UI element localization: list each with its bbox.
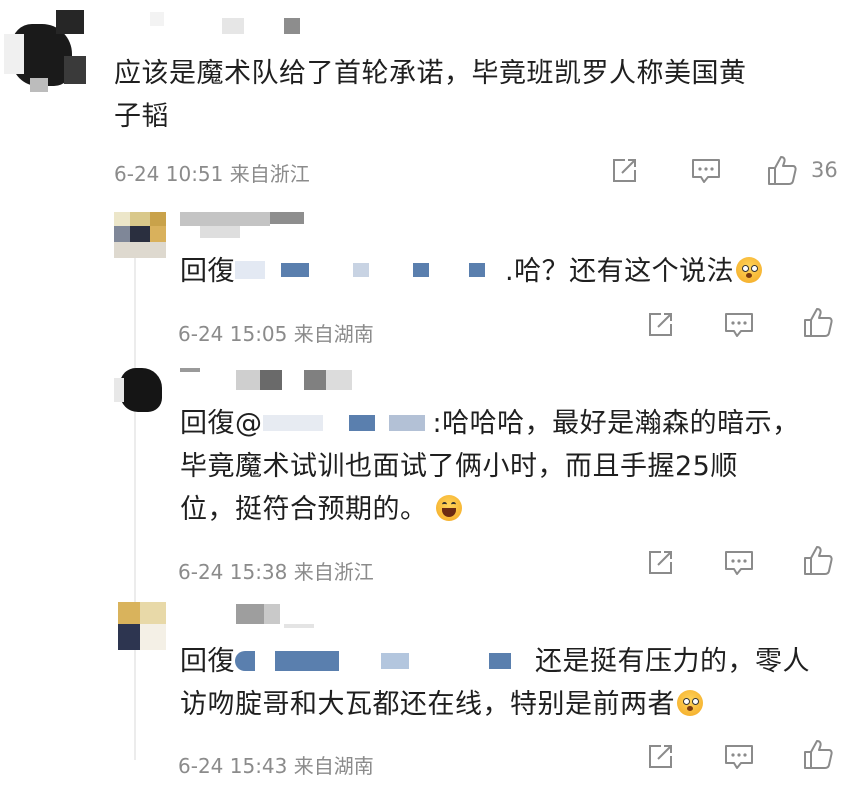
comment-icon[interactable] <box>723 742 755 772</box>
like-icon[interactable] <box>802 737 836 771</box>
avatar-reply-3[interactable] <box>118 602 166 650</box>
share-icon[interactable] <box>645 742 675 772</box>
username-main[interactable] <box>150 12 310 34</box>
share-icon[interactable] <box>645 548 675 578</box>
laughing-emoji <box>435 495 462 521</box>
comment-icon[interactable] <box>723 310 755 340</box>
avatar-reply-2[interactable] <box>114 364 166 416</box>
share-icon[interactable] <box>609 156 639 186</box>
flushed-emoji <box>677 690 703 716</box>
main-comment-text: 应该是魔术队给了首轮承诺，毕竟班凯罗人称美国黄 子韬 <box>114 58 747 132</box>
username-reply-1[interactable] <box>180 208 310 238</box>
reply-3-text: 回復 还是挺有压力的，零人 访吻腚哥和大瓦都还在线，特别是前两者 <box>180 646 810 720</box>
comment-icon[interactable] <box>723 548 755 578</box>
mention-censored[interactable] <box>235 647 535 674</box>
comment-icon[interactable] <box>690 156 722 186</box>
share-icon[interactable] <box>645 310 675 340</box>
thread-line <box>134 240 136 760</box>
like-icon[interactable] <box>802 543 836 577</box>
avatar-main[interactable] <box>4 6 90 92</box>
flushed-emoji <box>736 257 763 283</box>
username-reply-2[interactable] <box>180 366 360 394</box>
mention-censored[interactable] <box>262 409 433 436</box>
reply-2-meta: 6-24 15:38 来自浙江 <box>178 560 374 584</box>
like-icon[interactable] <box>802 305 836 339</box>
reply-2-text: 回復@ :哈哈哈，最好是瀚森的暗示， 毕竟魔术试训也面试了俩小时，而且手握25顺… <box>180 408 800 525</box>
main-comment-meta: 6-24 10:51 来自浙江 <box>114 162 310 186</box>
avatar-reply-1[interactable] <box>114 212 166 258</box>
reply-3-meta: 6-24 15:43 来自湖南 <box>178 754 374 778</box>
like-icon[interactable] <box>766 153 800 187</box>
mention-censored[interactable] <box>235 257 505 284</box>
reply-1-meta: 6-24 15:05 来自湖南 <box>178 322 374 346</box>
like-count: 36 <box>811 158 838 182</box>
username-reply-3[interactable] <box>180 600 320 632</box>
reply-1-text: 回復 .哈？还有这个说法 <box>180 250 830 293</box>
